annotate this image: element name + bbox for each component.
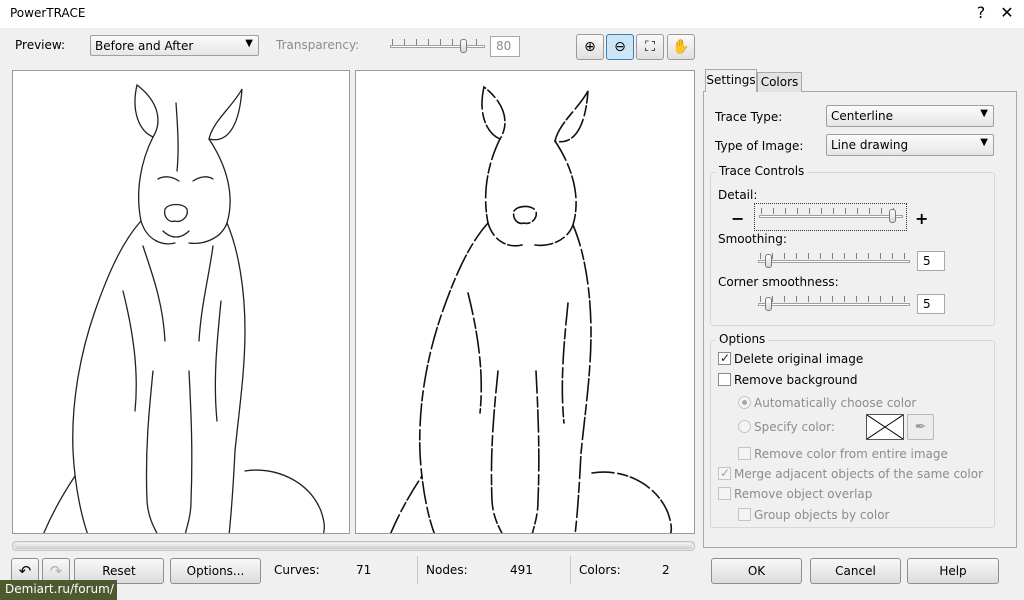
- remove-overlap-checkbox[interactable]: [718, 487, 731, 500]
- auto-color-radio[interactable]: [738, 396, 751, 409]
- status-divider: [570, 556, 571, 584]
- watermark: Demiart.ru/forum/: [0, 580, 117, 600]
- help-button[interactable]: ?: [968, 2, 994, 24]
- chevron-down-icon: ▼: [980, 108, 988, 119]
- title-bar: [0, 0, 1024, 28]
- wolf-sketch-original: [43, 83, 325, 533]
- zoom-out-button[interactable]: ⊖: [606, 34, 634, 60]
- status-divider: [417, 556, 418, 584]
- group-by-color-label[interactable]: Group objects by color: [754, 508, 889, 522]
- corner-smoothness-value-field[interactable]: 5: [917, 294, 945, 314]
- after-preview[interactable]: [355, 70, 695, 534]
- smoothing-thumb[interactable]: [765, 254, 773, 268]
- remove-color-entire-label[interactable]: Remove color from entire image: [754, 447, 948, 461]
- trace-type-value: Centerline: [831, 109, 894, 123]
- remove-background-checkbox[interactable]: [718, 373, 731, 386]
- tab-colors[interactable]: Colors: [757, 72, 802, 92]
- before-preview[interactable]: [12, 70, 350, 534]
- no-color-icon: [866, 414, 904, 440]
- window-title: PowerTRACE: [10, 6, 86, 20]
- eyedropper-button[interactable]: ✒: [907, 414, 934, 440]
- colors-value: 2: [662, 563, 670, 577]
- help-dialog-button[interactable]: Help: [907, 558, 999, 584]
- smoothing-ticks: [760, 253, 906, 259]
- delete-original-checkbox[interactable]: [718, 351, 731, 365]
- transparency-label: Transparency:: [276, 38, 360, 52]
- options-title: Options: [716, 332, 769, 346]
- nodes-value: 491: [510, 563, 533, 577]
- trace-type-select[interactable]: Centerline ▼: [826, 105, 994, 127]
- image-type-value: Line drawing: [831, 138, 909, 152]
- detail-ticks: [761, 208, 901, 214]
- merge-adjacent-label[interactable]: Merge adjacent objects of the same color: [734, 467, 983, 481]
- smoothing-track: [758, 260, 910, 263]
- zoom-out-icon: ⊖: [614, 39, 626, 55]
- redo-icon: ↷: [49, 562, 63, 580]
- chevron-down-icon: ▼: [980, 137, 988, 148]
- merge-adjacent-checkbox[interactable]: [718, 466, 731, 480]
- specify-color-radio[interactable]: [738, 420, 751, 433]
- tab-settings-label: Settings: [706, 73, 756, 87]
- curves-label: Curves:: [274, 563, 320, 577]
- zoom-in-icon: ⊕: [584, 39, 596, 55]
- cancel-button[interactable]: Cancel: [810, 558, 901, 584]
- smoothing-slider[interactable]: [758, 252, 910, 270]
- preview-select-value: Before and After: [95, 39, 194, 53]
- smoothing-label: Smoothing:: [718, 232, 787, 246]
- remove-color-entire-checkbox[interactable]: [738, 447, 751, 460]
- transparency-track: [390, 45, 485, 48]
- pan-hand-icon: ✋: [672, 39, 690, 55]
- tab-colors-label: Colors: [760, 75, 799, 89]
- preview-label: Preview:: [15, 38, 66, 52]
- corner-smoothness-slider[interactable]: [758, 295, 910, 313]
- tab-settings[interactable]: Settings: [705, 69, 757, 92]
- corner-smoothness-label: Corner smoothness:: [718, 275, 839, 289]
- image-type-select[interactable]: Line drawing ▼: [826, 134, 994, 156]
- detail-slider[interactable]: [754, 203, 907, 231]
- image-type-label: Type of Image:: [715, 139, 804, 153]
- transparency-value-field[interactable]: 80: [490, 36, 520, 57]
- minus-icon[interactable]: −: [731, 209, 744, 228]
- pan-button[interactable]: ✋: [667, 34, 695, 60]
- eyedropper-icon: ✒: [914, 419, 927, 435]
- corner-smoothness-track: [758, 303, 910, 306]
- plus-icon[interactable]: +: [915, 209, 928, 228]
- remove-overlap-label[interactable]: Remove object overlap: [734, 487, 872, 501]
- close-button[interactable]: ✕: [994, 2, 1020, 24]
- detail-label: Detail:: [718, 188, 758, 202]
- colors-label: Colors:: [579, 563, 621, 577]
- fit-button[interactable]: ⛶: [636, 34, 664, 60]
- chevron-down-icon: ▼: [245, 38, 253, 49]
- transparency-thumb[interactable]: [460, 39, 468, 53]
- corner-smoothness-thumb[interactable]: [765, 297, 773, 311]
- trace-type-label: Trace Type:: [715, 110, 783, 124]
- fit-icon: ⛶: [645, 39, 655, 55]
- nodes-label: Nodes:: [426, 563, 468, 577]
- zoom-in-button[interactable]: ⊕: [576, 34, 604, 60]
- transparency-slider[interactable]: [390, 37, 485, 55]
- group-by-color-checkbox[interactable]: [738, 508, 751, 521]
- delete-original-label[interactable]: Delete original image: [734, 352, 863, 366]
- specify-color-label[interactable]: Specify color:: [754, 420, 835, 434]
- preview-select[interactable]: Before and After ▼: [90, 35, 259, 56]
- wolf-trace-result: [389, 85, 673, 533]
- trace-controls-title: Trace Controls: [716, 164, 808, 178]
- corner-smoothness-ticks: [760, 296, 906, 302]
- detail-track: [759, 215, 903, 218]
- options-button[interactable]: Options...: [170, 558, 261, 584]
- preview-scrollbar-thumb[interactable]: [15, 543, 692, 549]
- curves-value: 71: [356, 563, 372, 577]
- undo-icon: ↶: [18, 562, 32, 580]
- preview-scrollbar[interactable]: [12, 541, 695, 551]
- remove-background-label[interactable]: Remove background: [734, 373, 858, 387]
- detail-thumb[interactable]: [889, 209, 897, 223]
- ok-button[interactable]: OK: [711, 558, 802, 584]
- smoothing-value-field[interactable]: 5: [917, 251, 945, 271]
- auto-color-label[interactable]: Automatically choose color: [754, 396, 916, 410]
- color-swatch[interactable]: [866, 414, 904, 440]
